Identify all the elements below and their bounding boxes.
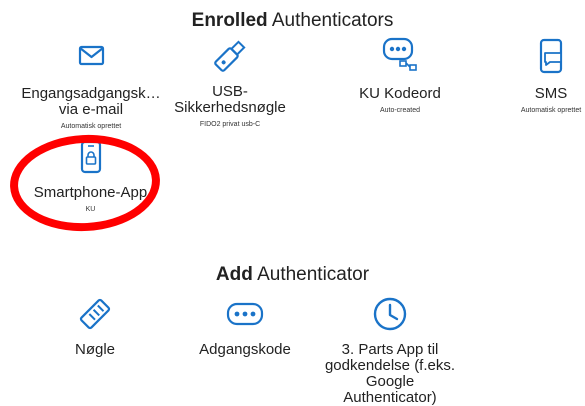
phone-lock-icon (80, 140, 101, 174)
authenticator-sub: FIDO2 privat usb-C (199, 121, 261, 128)
clock-icon (373, 297, 407, 331)
authenticator-label: SMS (534, 85, 568, 102)
authenticator-label: USB- Sikkerhedsnøgle (174, 83, 286, 116)
authenticator-sms[interactable]: SMS Automatisk oprettet (505, 36, 585, 115)
authenticator-sub: Automatisk oprettet (60, 123, 122, 130)
add-title-bold: Add (215, 264, 253, 285)
add-third-party-app[interactable]: 3. Parts App til godkendelse (f.eks. Goo… (320, 292, 460, 406)
enrolled-title-rest: Authenticators (267, 10, 394, 31)
add-security-key[interactable]: Nøgle (50, 292, 140, 358)
envelope-icon (78, 45, 105, 66)
authenticator-email[interactable]: Engangsadgangsk… via e-mail Automatisk o… (20, 40, 162, 131)
password-dialog-icon (382, 37, 417, 71)
enrolled-title-bold: Enrolled (191, 10, 268, 31)
enrolled-authenticators-title: Enrolled Authenticators (0, 10, 585, 32)
authenticator-smartphone-app[interactable]: Smartphone-App KU (28, 140, 153, 214)
authenticator-usb-key[interactable]: USB- Sikkerhedsnøgle FIDO2 privat usb-C (170, 36, 290, 129)
authenticator-ku-password[interactable]: KU Kodeord Auto-created (340, 36, 460, 115)
add-item-label: Adgangskode (199, 341, 291, 358)
authenticator-sub: Automatisk oprettet (520, 107, 582, 114)
authenticator-label: KU Kodeord (359, 85, 441, 102)
authenticator-sub: KU (85, 206, 96, 213)
authenticator-sub: Auto-created (379, 107, 421, 114)
add-item-label: 3. Parts App til godkendelse (f.eks. Goo… (324, 341, 456, 406)
security-key-icon (79, 298, 111, 330)
add-password[interactable]: Adgangskode (190, 292, 300, 358)
add-item-label: Nøgle (74, 341, 115, 358)
phone-message-icon (539, 38, 563, 74)
authenticator-label: Smartphone-App (33, 184, 148, 201)
password-icon (226, 302, 264, 326)
usb-key-icon (214, 40, 246, 72)
add-authenticator-title: Add Authenticator (0, 264, 585, 286)
authenticator-label: Engangsadgangsk… via e-mail (21, 85, 161, 118)
add-title-rest: Authenticator (252, 264, 370, 285)
